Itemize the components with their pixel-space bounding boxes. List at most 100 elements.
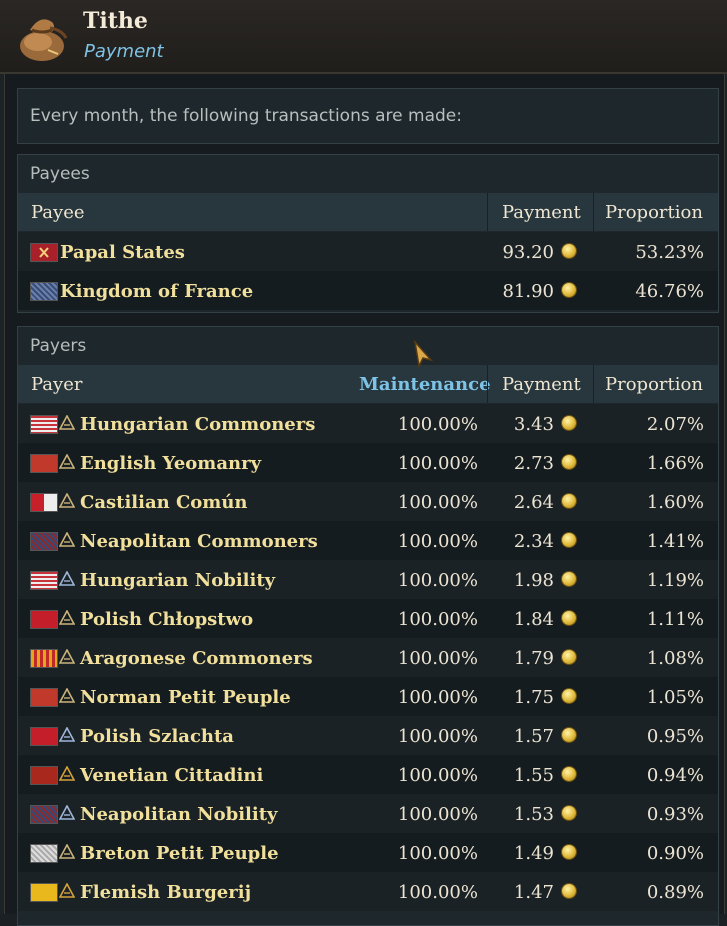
intro-text: Every month, the following transactions … <box>30 106 462 126</box>
naples-flag-icon <box>30 532 58 551</box>
payee-row[interactable]: Kingdom of France 81.90 46.76% <box>18 271 718 310</box>
payer-payment: 1.53 <box>513 804 554 825</box>
intro-box: Every month, the following transactions … <box>17 88 719 144</box>
payer-proportion: 0.95% <box>646 726 704 747</box>
hungary-flag-icon <box>30 571 58 590</box>
ducat-coin-icon <box>562 455 576 469</box>
payer-row[interactable]: Breton Petit Peuple 100.00% 1.49 0.90% <box>18 833 718 872</box>
payer-proportion: 2.07% <box>646 414 704 435</box>
payer-name: Polish Szlachta <box>80 726 234 747</box>
ducat-coin-icon <box>562 611 576 625</box>
payer-payment: 1.47 <box>513 882 554 903</box>
payer-maintenance: 100.00% <box>397 843 478 864</box>
payer-payment: 1.55 <box>513 765 554 786</box>
payer-row[interactable]: Flemish Burgerij 100.00% 1.47 0.89% <box>18 872 718 911</box>
payee-payment: 81.90 <box>502 281 554 302</box>
ducat-coin-icon <box>562 244 576 258</box>
payer-row[interactable]: Hungarian Commoners 100.00% 3.43 2.07% <box>18 404 718 443</box>
maintenance-column-header[interactable]: Maintenance <box>359 374 491 395</box>
payer-maintenance: 100.00% <box>397 765 478 786</box>
payees-table-header: Payee Payment Proportion <box>18 193 718 231</box>
payer-proportion: 1.11% <box>646 609 704 630</box>
payer-row[interactable]: Venetian Cittadini 100.00% 1.55 0.94% <box>18 755 718 794</box>
nobility-icon <box>59 571 75 586</box>
payer-payment: 2.64 <box>513 492 554 513</box>
payer-payment: 1.79 <box>513 648 554 669</box>
payer-maintenance: 100.00% <box>397 453 478 474</box>
payer-payment: 2.73 <box>513 453 554 474</box>
ducat-coin-icon <box>562 767 576 781</box>
payer-name: Hungarian Nobility <box>80 570 276 591</box>
payer-row[interactable]: Neapolitan Nobility 100.00% 1.53 0.93% <box>18 794 718 833</box>
payee-proportion: 46.76% <box>635 281 704 302</box>
payer-proportion: 1.05% <box>646 687 704 708</box>
commoners-icon <box>59 610 75 625</box>
burghers-icon <box>59 766 75 781</box>
payer-proportion: 0.90% <box>646 843 704 864</box>
england-flag-icon <box>30 454 58 473</box>
commoners-icon <box>59 415 75 430</box>
payer-name: Hungarian Commoners <box>80 414 316 435</box>
payer-row[interactable]: English Yeomanry 100.00% 2.73 1.66% <box>18 443 718 482</box>
france-flag-icon <box>30 282 58 301</box>
ducat-coin-icon <box>562 650 576 664</box>
payer-name: Neapolitan Commoners <box>80 531 318 552</box>
poland-flag-icon <box>30 727 58 746</box>
ducat-coin-icon <box>562 533 576 547</box>
payer-name: Castilian Común <box>80 492 248 513</box>
commoners-icon <box>59 493 75 508</box>
payer-payment: 1.75 <box>513 687 554 708</box>
payees-payment-column-header[interactable]: Payment <box>502 202 581 223</box>
money-bag-icon <box>20 19 68 61</box>
payers-table-header: Payer Maintenance Payment Proportion <box>18 365 718 403</box>
payer-proportion: 1.19% <box>646 570 704 591</box>
payer-row[interactable]: Polish Chłopstwo 100.00% 1.84 1.11% <box>18 599 718 638</box>
payer-maintenance: 100.00% <box>397 804 478 825</box>
brittany-flag-icon <box>30 844 58 863</box>
payer-maintenance: 100.00% <box>397 414 478 435</box>
ducat-coin-icon <box>562 416 576 430</box>
payer-row[interactable]: Aragonese Commoners 100.00% 1.79 1.08% <box>18 638 718 677</box>
payer-name: Norman Petit Peuple <box>80 687 291 708</box>
castile-flag-icon <box>30 493 58 512</box>
ducat-coin-icon <box>562 689 576 703</box>
ducat-coin-icon <box>562 884 576 898</box>
flanders-flag-icon <box>30 883 58 902</box>
ducat-coin-icon <box>562 283 576 297</box>
payers-proportion-column-header[interactable]: Proportion <box>605 374 703 395</box>
payer-row[interactable]: Castilian Común 100.00% 2.64 1.60% <box>18 482 718 521</box>
ducat-coin-icon <box>562 806 576 820</box>
nobility-icon <box>59 727 75 742</box>
payer-row[interactable]: Norman Petit Peuple 100.00% 1.75 1.05% <box>18 677 718 716</box>
payer-maintenance: 100.00% <box>397 609 478 630</box>
payer-row[interactable]: Polish Szlachta 100.00% 1.57 0.95% <box>18 716 718 755</box>
window-title: Tithe <box>83 8 148 34</box>
payer-payment: 1.49 <box>513 843 554 864</box>
payees-section: Payees Payee Payment Proportion Papal St… <box>17 154 719 313</box>
payee-row[interactable]: Papal States 93.20 53.23% <box>18 232 718 271</box>
content-panel: Every month, the following transactions … <box>4 74 725 926</box>
normandy-flag-icon <box>30 688 58 707</box>
payee-name: Papal States <box>60 242 185 263</box>
payees-section-title: Payees <box>30 164 90 184</box>
burghers-icon <box>59 883 75 898</box>
payees-proportion-column-header[interactable]: Proportion <box>605 202 703 223</box>
poland-flag-icon <box>30 610 58 629</box>
payers-payment-column-header[interactable]: Payment <box>502 374 581 395</box>
payer-maintenance: 100.00% <box>397 648 478 669</box>
venice-flag-icon <box>30 766 58 785</box>
payer-row[interactable]: Hungarian Nobility 100.00% 1.98 1.19% <box>18 560 718 599</box>
mouse-cursor-icon <box>413 340 433 368</box>
payer-proportion: 0.93% <box>646 804 704 825</box>
payer-proportion: 0.89% <box>646 882 704 903</box>
payer-name: Polish Chłopstwo <box>80 609 254 630</box>
commoners-icon <box>59 844 75 859</box>
payer-column-header[interactable]: Payer <box>31 374 82 395</box>
payer-name: Venetian Cittadini <box>80 765 264 786</box>
commoners-icon <box>59 688 75 703</box>
nobility-icon <box>59 805 75 820</box>
title-bar: Tithe Payment <box>0 0 727 74</box>
payee-column-header[interactable]: Payee <box>31 202 85 223</box>
payer-proportion: 1.41% <box>646 531 704 552</box>
payer-row[interactable]: Neapolitan Commoners 100.00% 2.34 1.41% <box>18 521 718 560</box>
